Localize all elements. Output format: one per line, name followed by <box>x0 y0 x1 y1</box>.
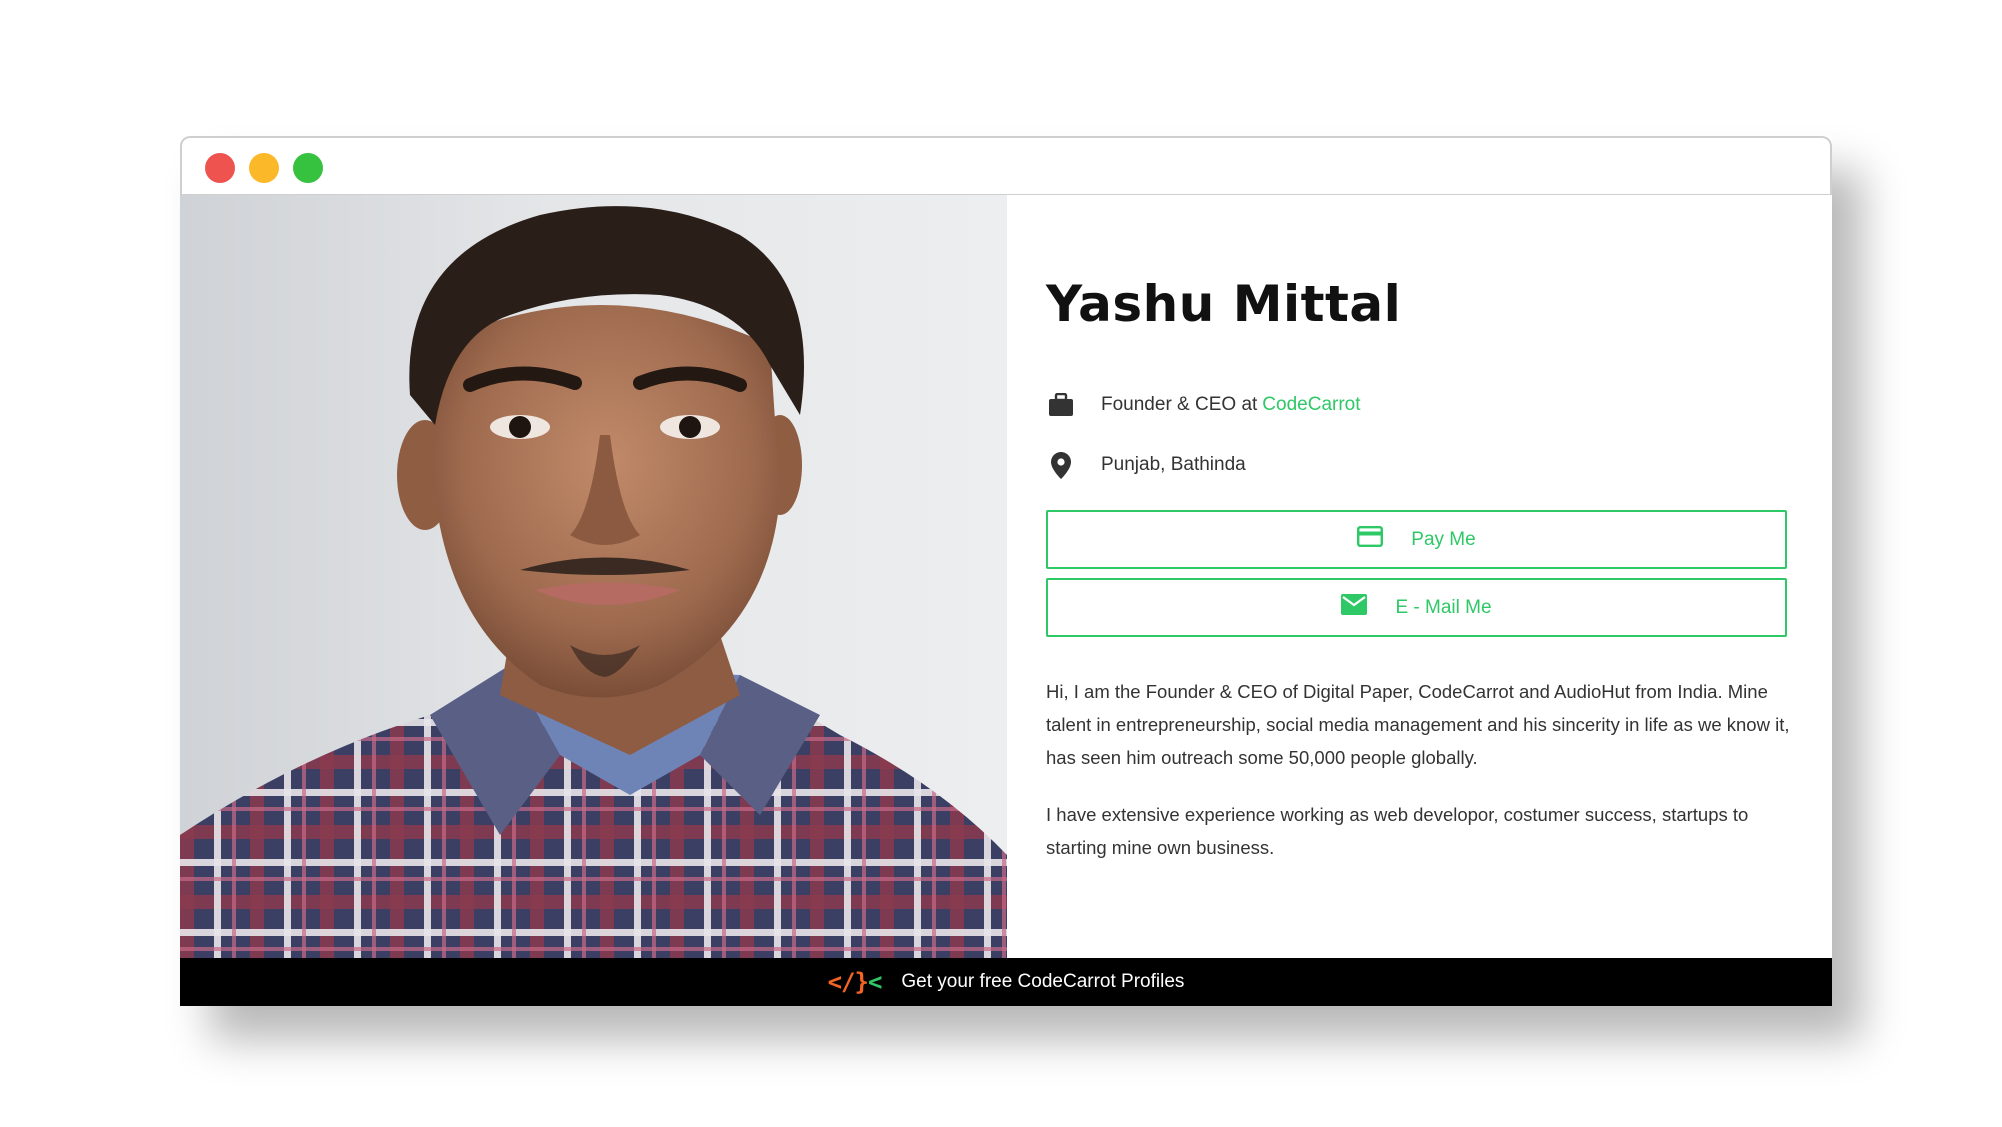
profile-photo-illustration <box>180 206 1007 958</box>
credit-card-icon <box>1357 526 1384 553</box>
email-me-label: E - Mail Me <box>1395 596 1492 618</box>
logo-left-glyph: </ <box>827 968 856 996</box>
envelope-icon <box>1341 594 1368 621</box>
profile-info-panel: Yashu Mittal Founder & CEO at CodeCarrot… <box>1007 195 1832 958</box>
location-row: Punjab, Bathinda <box>1046 450 1246 480</box>
briefcase-icon <box>1046 390 1076 420</box>
profile-photo <box>180 195 1007 958</box>
job-title: Founder & CEO at <box>1101 394 1258 415</box>
job-row: Founder & CEO at CodeCarrot <box>1046 390 1361 420</box>
window-titlebar <box>180 136 1832 195</box>
codecarrot-logo-icon: </}< <box>827 968 883 996</box>
profile-name: Yashu Mittal <box>1046 275 1402 333</box>
logo-right-glyph: < <box>867 968 882 996</box>
bio-paragraph-2: I have extensive experience working as w… <box>1046 804 1749 858</box>
pay-me-label: Pay Me <box>1411 528 1476 550</box>
browser-window: Yashu Mittal Founder & CEO at CodeCarrot… <box>180 136 1832 1006</box>
email-me-button[interactable]: E - Mail Me <box>1046 578 1787 637</box>
bio-paragraph-1: Hi, I am the Founder & CEO of Digital Pa… <box>1046 681 1790 768</box>
location-text: Punjab, Bathinda <box>1101 454 1246 475</box>
bio-section: Hi, I am the Founder & CEO of Digital Pa… <box>1046 675 1806 864</box>
minimize-window-dot[interactable] <box>249 153 279 183</box>
footer-banner[interactable]: </}< Get your free CodeCarrot Profiles <box>180 958 1832 1006</box>
close-window-dot[interactable] <box>205 153 235 183</box>
logo-mid-glyph: } <box>854 968 868 996</box>
company-link[interactable]: CodeCarrot <box>1262 394 1360 416</box>
footer-cta-text[interactable]: Get your free CodeCarrot Profiles <box>901 971 1184 993</box>
maximize-window-dot[interactable] <box>293 153 323 183</box>
map-pin-icon <box>1046 450 1076 480</box>
pay-me-button[interactable]: Pay Me <box>1046 510 1787 569</box>
